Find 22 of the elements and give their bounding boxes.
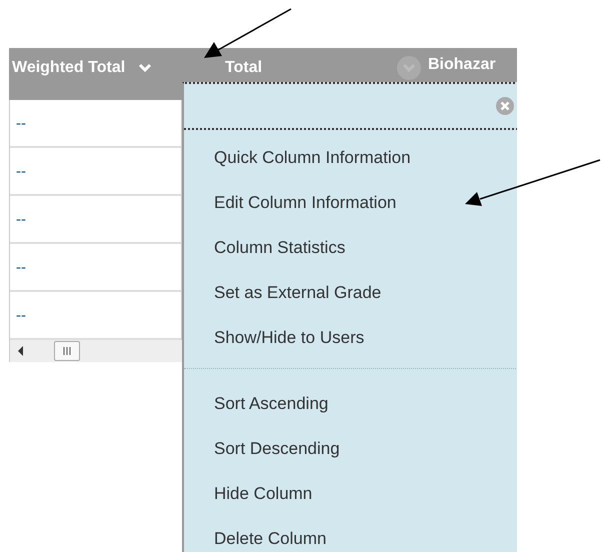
close-icon xyxy=(496,97,514,115)
table-cell: -- xyxy=(16,114,26,132)
grip-icon xyxy=(62,347,72,355)
scrollbar-thumb[interactable] xyxy=(54,341,80,361)
table-cell: -- xyxy=(16,258,26,276)
menu-item[interactable]: Edit Column Information xyxy=(184,180,402,225)
menu-button[interactable] xyxy=(397,56,421,80)
menu-item[interactable]: Set as External Grade xyxy=(184,270,388,315)
menu-item[interactable]: Sort Descending xyxy=(184,426,346,471)
menu-item[interactable]: Quick Column Information xyxy=(184,135,417,180)
menu-item[interactable]: Hide Column xyxy=(184,471,318,516)
close-button[interactable] xyxy=(496,97,514,115)
chevron-icon xyxy=(138,63,152,73)
table-cell: -- xyxy=(16,162,26,180)
menu-item[interactable]: Delete Column xyxy=(184,516,332,552)
menu-item[interactable]: Sort Ascending xyxy=(184,381,334,426)
table-cell: -- xyxy=(16,306,26,324)
menu-item[interactable]: Show/Hide to Users xyxy=(184,315,370,360)
horizontal-scrollbar[interactable] xyxy=(9,340,182,362)
menu-item[interactable]: Column Statistics xyxy=(184,225,352,270)
left-arrow-icon[interactable] xyxy=(18,346,24,356)
table-cell: -- xyxy=(16,210,26,228)
